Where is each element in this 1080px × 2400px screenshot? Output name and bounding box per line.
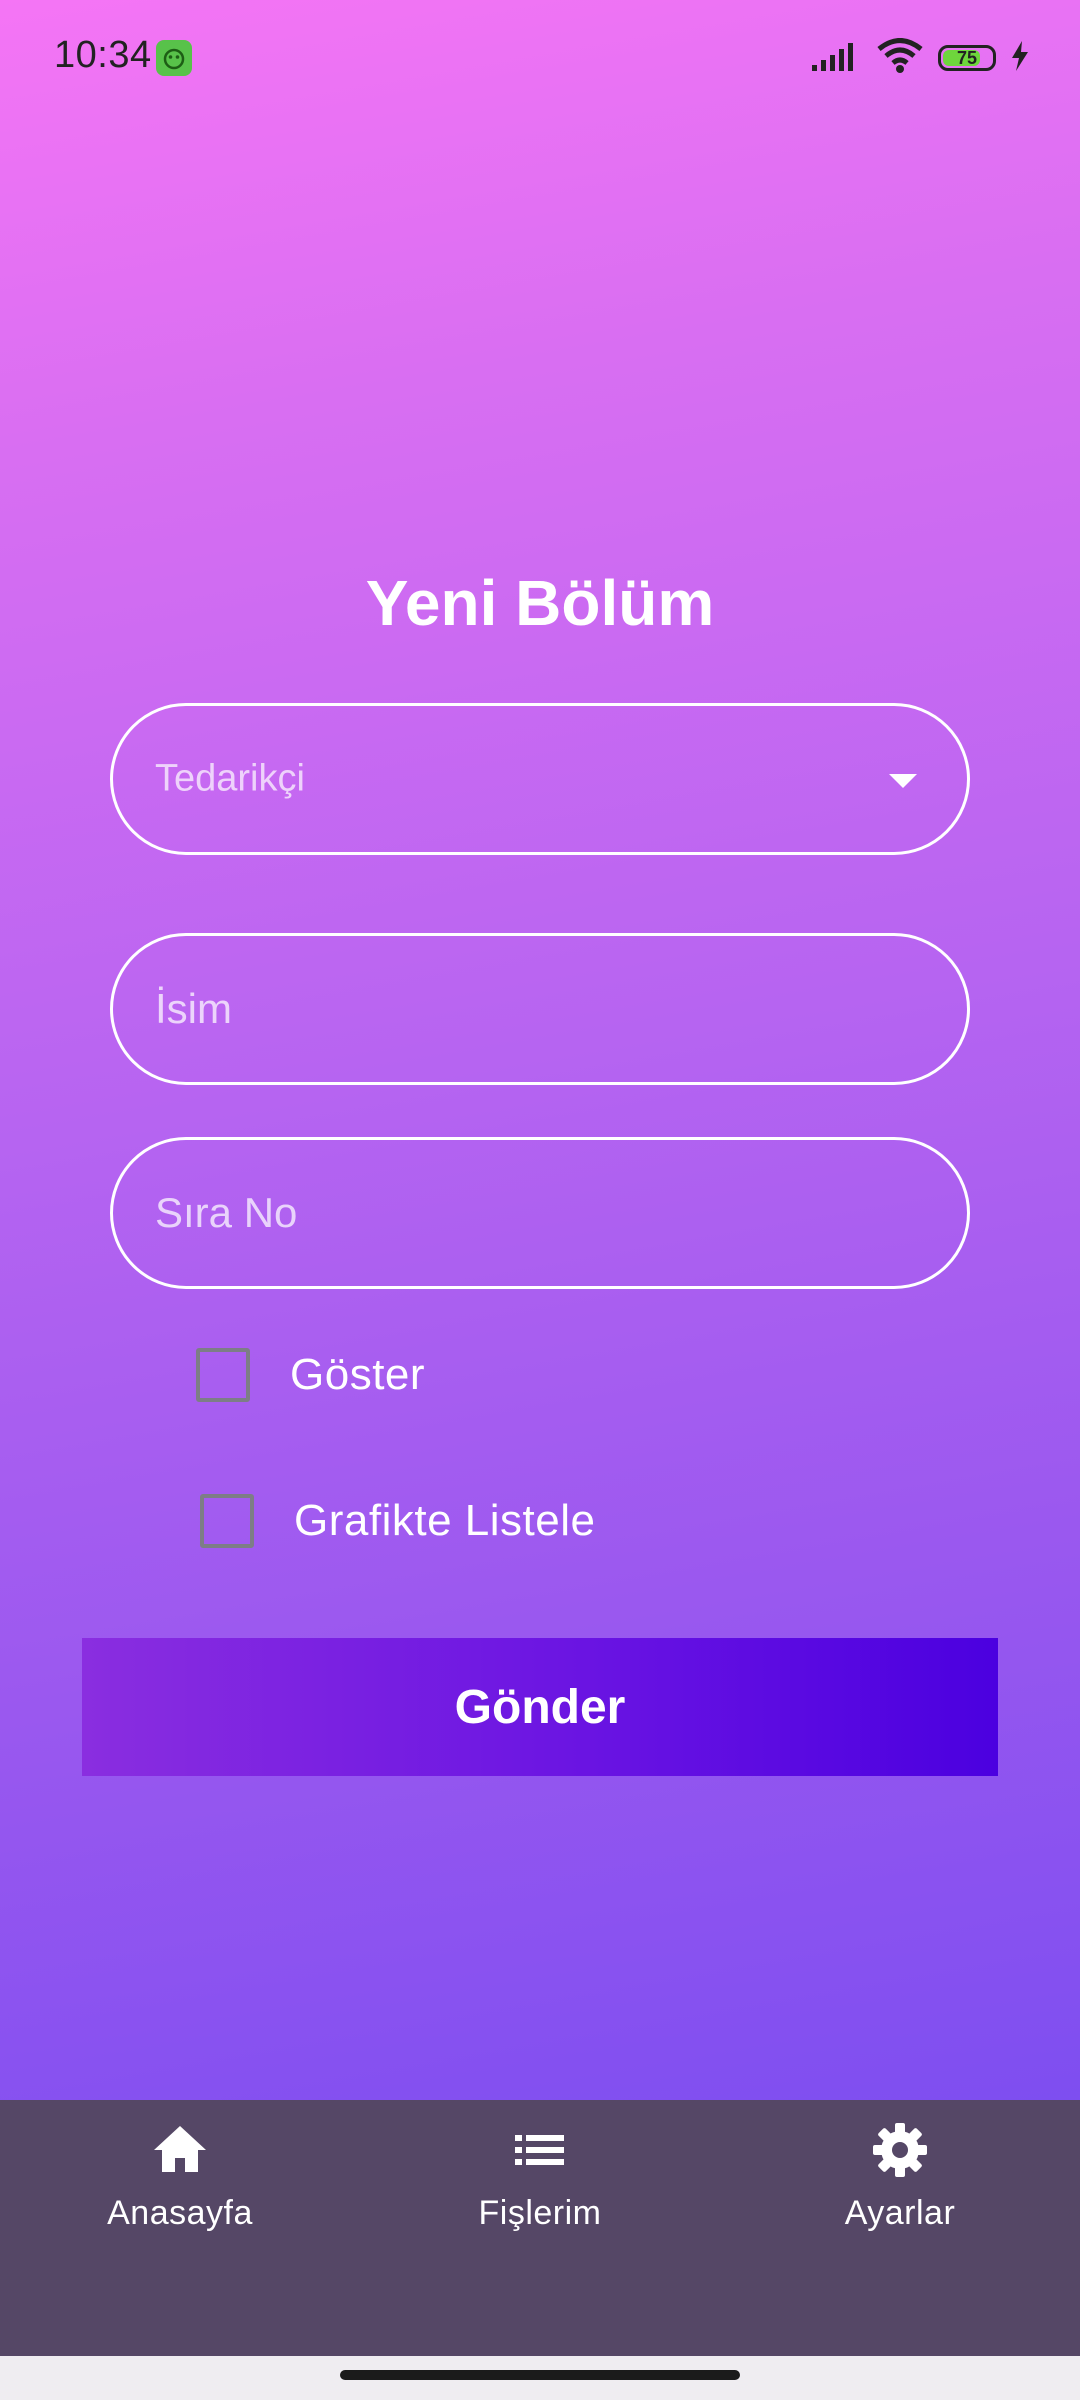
nav-item-home[interactable]: Anasayfa [30, 2120, 330, 2233]
caret-down-icon [889, 774, 917, 788]
system-gesture-area [0, 2356, 1080, 2400]
submit-button[interactable]: Gönder [82, 1638, 998, 1776]
home-icon [150, 2120, 210, 2180]
signal-icon [812, 41, 862, 76]
show-checkbox[interactable] [196, 1348, 250, 1402]
list-in-chart-checkbox-row[interactable]: Grafikte Listele [200, 1494, 595, 1548]
name-field-placeholder: İsim [155, 985, 232, 1032]
wifi-icon [876, 37, 924, 79]
battery-level: 75 [956, 47, 978, 68]
list-in-chart-checkbox[interactable] [200, 1494, 254, 1548]
supplier-dropdown-placeholder: Tedarikçi [155, 757, 305, 800]
gesture-handle[interactable] [340, 2370, 740, 2380]
app-screen: 10:34 75 Yeni Bölüm Tedarikçi İsim Sıra … [0, 0, 1080, 2100]
gear-icon [870, 2120, 930, 2180]
nav-item-receipts-label: Fişlerim [478, 2194, 602, 2232]
supplier-dropdown[interactable]: Tedarikçi [110, 703, 970, 855]
charging-icon [1010, 40, 1030, 76]
page-title: Yeni Bölüm [365, 567, 715, 639]
nav-item-receipts[interactable]: Fişlerim [390, 2120, 690, 2233]
order-number-field-placeholder: Sıra No [155, 1189, 298, 1236]
show-checkbox-label: Göster [290, 1350, 426, 1399]
status-icons: 75 [812, 36, 1030, 80]
app-notification-icon [156, 40, 192, 76]
nav-item-home-label: Anasayfa [107, 2194, 253, 2232]
list-in-chart-checkbox-label: Grafikte Listele [294, 1496, 596, 1545]
battery-icon: 75 [938, 45, 996, 71]
nav-item-settings-label: Ayarlar [844, 2194, 956, 2232]
status-bar: 10:34 75 [0, 0, 1080, 116]
nav-item-settings[interactable]: Ayarlar [750, 2120, 1050, 2233]
list-icon [510, 2120, 570, 2180]
show-checkbox-row[interactable]: Göster [196, 1348, 425, 1402]
bottom-navigation: Anasayfa Fişlerim Ayarlar [0, 2100, 1080, 2356]
status-time: 10:34 [54, 34, 152, 76]
name-field[interactable]: İsim [110, 933, 970, 1085]
order-number-field[interactable]: Sıra No [110, 1137, 970, 1289]
